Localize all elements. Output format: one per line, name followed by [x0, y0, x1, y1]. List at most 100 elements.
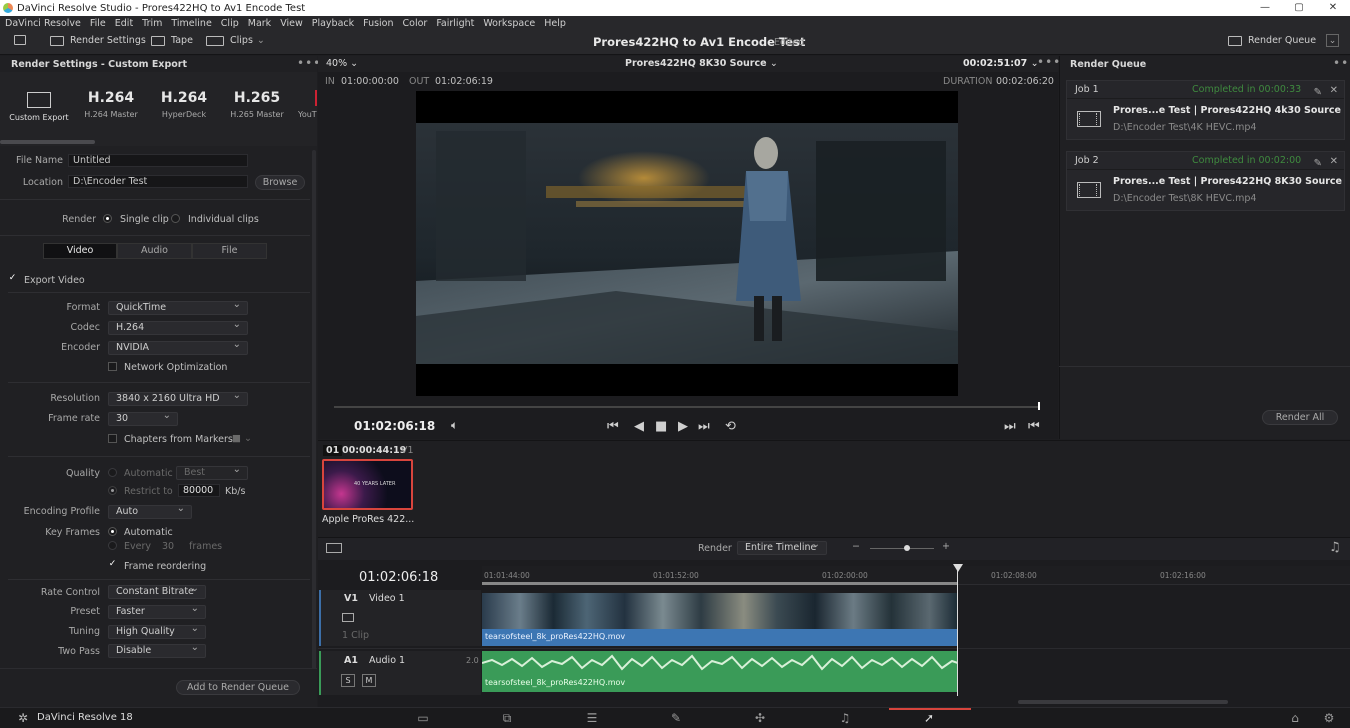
render-settings-toggle[interactable]: Render Settings — [50, 35, 146, 46]
track-monitor-icon[interactable] — [342, 613, 354, 622]
preset-custom-export[interactable]: Custom Export — [9, 90, 69, 122]
menu-timeline[interactable]: Timeline — [171, 18, 211, 29]
key-frames-every-input[interactable]: 30 — [162, 541, 174, 552]
minimize-button[interactable]: — — [1248, 0, 1282, 16]
preset-youtube[interactable]: YouT — [298, 90, 317, 119]
stop-button[interactable]: ■ — [655, 419, 667, 434]
network-optimization-checkbox[interactable] — [108, 362, 117, 371]
collapse-icon[interactable]: ⌄ — [1326, 34, 1339, 47]
tab-audio[interactable]: Audio — [117, 243, 192, 259]
remove-job-icon[interactable]: ✕ — [1330, 153, 1338, 171]
menu-color[interactable]: Color — [403, 18, 428, 29]
quality-automatic-radio[interactable] — [108, 468, 117, 477]
menu-playback[interactable]: Playback — [312, 18, 354, 29]
timeline-zoom-slider[interactable] — [870, 548, 934, 549]
encoding-profile-dropdown[interactable]: Auto — [108, 503, 192, 519]
zoom-dropdown[interactable]: 40% ⌄ — [326, 58, 358, 69]
preset-dropdown[interactable]: Faster — [108, 603, 206, 619]
settings-scrollbar[interactable] — [312, 150, 316, 670]
key-frames-automatic-radio[interactable] — [108, 527, 117, 536]
preset-scrollbar[interactable] — [0, 140, 95, 144]
clips-toggle[interactable]: Clips ⌄ — [206, 35, 265, 46]
chapters-checkbox[interactable] — [108, 434, 117, 443]
fusion-page-icon[interactable]: ✎ — [661, 711, 691, 725]
browse-button[interactable]: Browse — [255, 175, 305, 190]
menu-workspace[interactable]: Workspace — [483, 18, 535, 29]
preset-h264-master[interactable]: H.264 H.264 Master — [83, 90, 139, 119]
monitor-icon[interactable] — [14, 35, 32, 45]
go-to-start-button[interactable]: ⏮︎ — [607, 419, 619, 434]
render-queue-options-icon[interactable]: ••• — [1333, 56, 1350, 70]
play-button[interactable]: ▶︎ — [678, 419, 688, 434]
viewer-timecode[interactable]: 00:02:51:07 ⌄ — [963, 58, 1039, 69]
scrubber-playhead[interactable] — [1038, 402, 1040, 410]
quality-best-dropdown[interactable]: Best — [176, 464, 248, 480]
close-window-button[interactable]: ✕ — [1316, 0, 1350, 16]
zoom-in-icon[interactable]: + — [942, 541, 950, 552]
export-video-checkbox[interactable]: ✓ — [8, 274, 17, 283]
menu-view[interactable]: View — [280, 18, 303, 29]
add-to-render-queue-button[interactable]: Add to Render Queue — [176, 680, 300, 695]
audio-clip[interactable]: tearsofsteel_8k_proRes422HQ.mov — [482, 651, 958, 692]
prev-clip-button[interactable]: ⏮︎ — [1028, 419, 1040, 434]
media-page-icon[interactable]: ▭ — [408, 711, 438, 725]
tab-file[interactable]: File — [192, 243, 267, 259]
render-range-dropdown[interactable]: Entire Timeline — [737, 539, 827, 555]
play-reverse-button[interactable]: ◀︎ — [634, 419, 644, 434]
individual-clips-radio[interactable] — [171, 214, 180, 223]
fairlight-page-icon[interactable]: ♫ — [830, 711, 860, 725]
solo-button[interactable]: S — [341, 674, 355, 687]
volume-icon[interactable]: 🔈︎ — [451, 418, 458, 433]
menu-fairlight[interactable]: Fairlight — [436, 18, 474, 29]
menu-edit[interactable]: Edit — [115, 18, 133, 29]
resolution-dropdown[interactable]: 3840 x 2160 Ultra HD — [108, 390, 248, 406]
encoder-dropdown[interactable]: NVIDIA — [108, 339, 248, 355]
location-input[interactable]: D:\Encoder Test — [68, 175, 248, 188]
single-clip-radio[interactable] — [103, 214, 112, 223]
frame-rate-dropdown[interactable]: 30 — [108, 410, 178, 426]
timeline-view-icon[interactable] — [326, 543, 342, 553]
menu-mark[interactable]: Mark — [248, 18, 271, 29]
preset-hyperdeck[interactable]: H.264 HyperDeck — [156, 90, 212, 119]
menu-help[interactable]: Help — [544, 18, 566, 29]
cut-page-icon[interactable]: ⧉ — [492, 711, 522, 726]
tape-toggle[interactable]: Tape — [151, 35, 193, 46]
loop-icon[interactable]: ⟲ — [725, 419, 736, 434]
render-job-2[interactable]: Job 2 Completed in 00:02:00 ✎ ✕ Prores..… — [1066, 151, 1345, 211]
codec-dropdown[interactable]: H.264 — [108, 319, 248, 335]
rate-control-dropdown[interactable]: Constant Bitrate — [108, 583, 206, 599]
viewer-options-icon[interactable]: ••• — [1037, 55, 1061, 69]
restrict-to-radio[interactable] — [108, 486, 117, 495]
frame-reordering-checkbox[interactable]: ✓ — [108, 560, 117, 569]
tuning-dropdown[interactable]: High Quality — [108, 623, 206, 639]
edit-page-icon[interactable]: ☰ — [577, 711, 607, 725]
timeline-scrollbar[interactable] — [1018, 700, 1228, 704]
menu-file[interactable]: File — [90, 18, 106, 29]
timeline-playhead[interactable] — [957, 566, 958, 696]
menu-fusion[interactable]: Fusion — [363, 18, 393, 29]
deliver-page-icon[interactable]: ➚ — [914, 711, 944, 725]
render-queue-toggle[interactable]: Render Queue — [1228, 35, 1316, 46]
menu-davinci[interactable]: DaVinci Resolve — [5, 18, 81, 29]
remove-job-icon[interactable]: ✕ — [1330, 82, 1338, 100]
render-range-bar[interactable] — [482, 582, 958, 585]
video-clip-thumbnails[interactable] — [482, 593, 958, 629]
home-icon[interactable]: ⌂ — [1280, 711, 1310, 725]
color-page-icon[interactable]: ✣ — [745, 711, 775, 725]
menu-clip[interactable]: Clip — [221, 18, 239, 29]
preset-h265-master[interactable]: H.265 H.265 Master — [228, 90, 286, 119]
marker-color-dropdown[interactable]: ■ ⌄ — [232, 433, 252, 444]
key-frames-every-radio[interactable] — [108, 541, 117, 550]
playhead-marker[interactable] — [953, 564, 963, 572]
render-all-button[interactable]: Render All — [1262, 410, 1338, 425]
maximize-button[interactable]: ▢ — [1282, 0, 1316, 16]
file-name-input[interactable]: Untitled — [68, 154, 248, 167]
format-dropdown[interactable]: QuickTime — [108, 299, 248, 315]
next-clip-button[interactable]: ⏭︎ — [1004, 419, 1016, 434]
settings-gear-icon[interactable]: ⚙ — [1314, 711, 1344, 725]
source-dropdown[interactable]: Prores422HQ 8K30 Source ⌄ — [625, 58, 778, 69]
clip-thumbnail[interactable]: 40 YEARS LATER — [322, 459, 413, 510]
menu-trim[interactable]: Trim — [142, 18, 162, 29]
go-to-end-button[interactable]: ⏭︎ — [698, 419, 710, 434]
mute-button[interactable]: M — [362, 674, 376, 687]
